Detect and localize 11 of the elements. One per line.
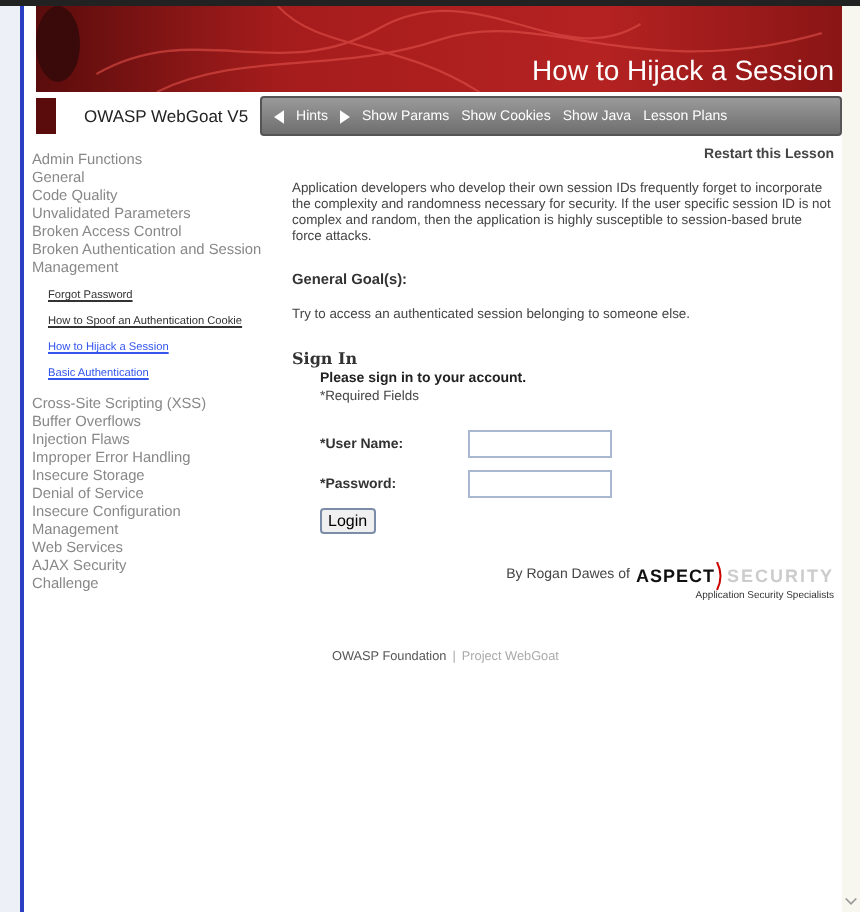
- input-field[interactable]: [468, 430, 612, 458]
- lesson-title: How to Hijack a Session: [532, 54, 834, 86]
- input-field[interactable]: [468, 470, 612, 498]
- next-hint-icon[interactable]: [340, 109, 350, 123]
- arc-icon: [716, 562, 725, 590]
- scroll-bar[interactable]: [842, 6, 860, 912]
- scroll-down-icon[interactable]: [844, 896, 858, 908]
- aspect-logo-text: ASPECT: [635, 566, 715, 586]
- previous-hint-icon[interactable]: [274, 109, 285, 123]
- login-button[interactable]: Login: [320, 508, 376, 534]
- sign-in-heading: Sign In: [292, 348, 360, 368]
